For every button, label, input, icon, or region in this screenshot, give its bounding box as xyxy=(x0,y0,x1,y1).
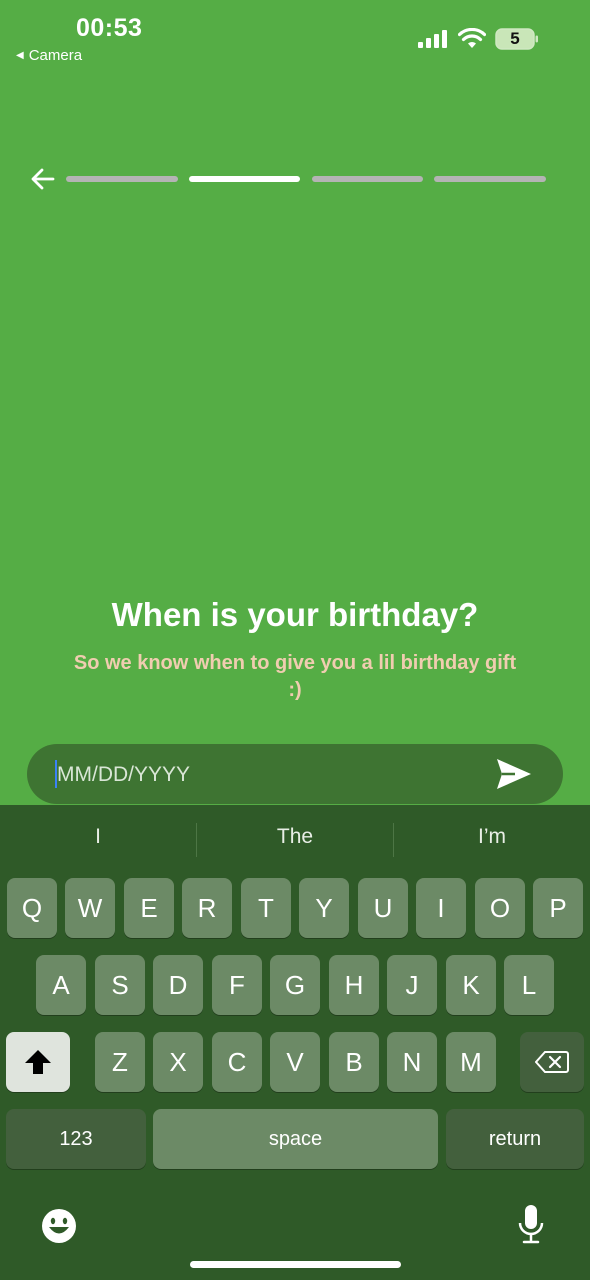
backspace-icon xyxy=(534,1051,569,1073)
backspace-key[interactable] xyxy=(520,1032,584,1092)
suggestion-2[interactable]: The xyxy=(197,825,393,849)
status-time: 00:53 xyxy=(76,14,143,42)
key-w[interactable]: W xyxy=(65,878,115,938)
numbers-key[interactable]: 123 xyxy=(6,1109,146,1169)
key-y[interactable]: Y xyxy=(299,878,349,938)
key-c[interactable]: C xyxy=(212,1032,262,1092)
shift-arrow-icon xyxy=(25,1050,51,1074)
key-z[interactable]: Z xyxy=(95,1032,145,1092)
key-t[interactable]: T xyxy=(241,878,291,938)
key-d[interactable]: D xyxy=(153,955,203,1015)
key-x[interactable]: X xyxy=(153,1032,203,1092)
progress-step-1 xyxy=(66,176,178,182)
key-o[interactable]: O xyxy=(475,878,525,938)
shift-key[interactable] xyxy=(6,1032,70,1092)
progress-step-3 xyxy=(312,176,423,182)
key-j[interactable]: J xyxy=(387,955,437,1015)
progress-step-4 xyxy=(434,176,546,182)
key-b[interactable]: B xyxy=(329,1032,379,1092)
key-s[interactable]: S xyxy=(95,955,145,1015)
suggestion-3[interactable]: I’m xyxy=(394,825,590,849)
back-arrow-icon[interactable] xyxy=(28,164,58,194)
key-m[interactable]: M xyxy=(446,1032,496,1092)
space-key[interactable]: space xyxy=(153,1109,438,1169)
microphone-icon[interactable] xyxy=(517,1203,545,1245)
progress-step-2 xyxy=(189,176,300,182)
key-e[interactable]: E xyxy=(124,878,174,938)
key-l[interactable]: L xyxy=(504,955,554,1015)
key-i[interactable]: I xyxy=(416,878,466,938)
key-f[interactable]: F xyxy=(212,955,262,1015)
back-triangle-icon: ◀ xyxy=(16,50,24,61)
birthday-input[interactable] xyxy=(55,744,489,806)
key-k[interactable]: K xyxy=(446,955,496,1015)
key-q[interactable]: Q xyxy=(7,878,57,938)
key-g[interactable]: G xyxy=(270,955,320,1015)
key-r[interactable]: R xyxy=(182,878,232,938)
send-icon[interactable] xyxy=(495,757,533,791)
key-h[interactable]: H xyxy=(329,955,379,1015)
key-n[interactable]: N xyxy=(387,1032,437,1092)
back-to-app-link[interactable]: ◀ Camera xyxy=(16,47,82,64)
onboarding-progress xyxy=(66,176,546,182)
battery-indicator: 5 xyxy=(495,28,539,50)
emoji-icon[interactable] xyxy=(40,1207,78,1245)
key-p[interactable]: P xyxy=(533,878,583,938)
return-key[interactable]: return xyxy=(446,1109,584,1169)
on-screen-keyboard: I The I’m Q W E R T Y U I O P A S D F G … xyxy=(0,805,590,1280)
home-indicator[interactable] xyxy=(190,1261,401,1268)
wifi-icon xyxy=(458,28,486,48)
suggestion-1[interactable]: I xyxy=(0,825,196,849)
key-a[interactable]: A xyxy=(36,955,86,1015)
key-v[interactable]: V xyxy=(270,1032,320,1092)
birthday-input-container xyxy=(27,744,563,806)
key-u[interactable]: U xyxy=(358,878,408,938)
cellular-signal-icon xyxy=(418,30,447,48)
question-title: When is your birthday? xyxy=(111,596,479,633)
battery-level: 5 xyxy=(510,29,520,48)
back-app-label: Camera xyxy=(28,47,83,64)
text-cursor xyxy=(55,760,57,788)
question-subtitle: So we know when to give you a lil birthd… xyxy=(73,652,517,701)
